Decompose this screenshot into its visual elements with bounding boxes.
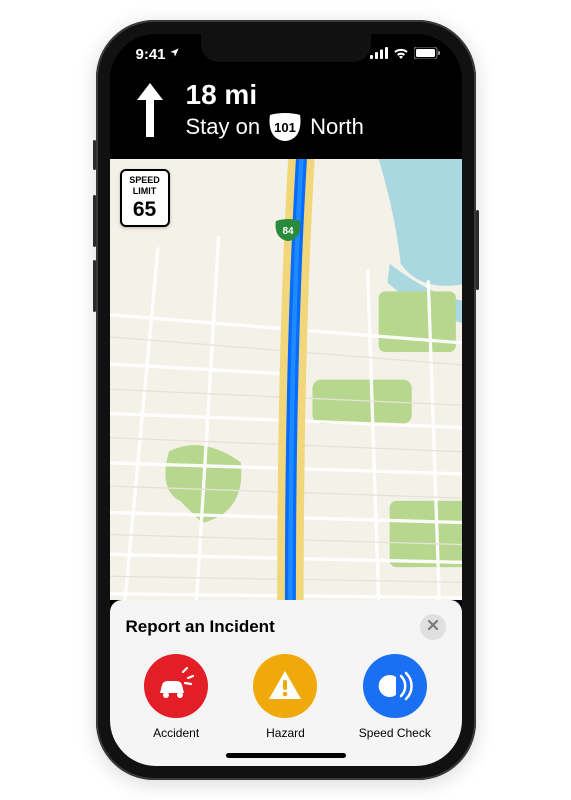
nav-instruction-prefix: Stay on xyxy=(186,114,261,140)
incident-option-label: Speed Check xyxy=(359,726,431,740)
location-arrow-icon xyxy=(169,47,180,61)
incident-option-label: Hazard xyxy=(266,726,305,740)
incident-option-hazard[interactable]: Hazard xyxy=(235,654,336,740)
power-button xyxy=(476,210,479,290)
incident-option-speed-check[interactable]: Speed Check xyxy=(344,654,445,740)
route-shield-icon: 101 xyxy=(268,113,302,141)
volume-up-button xyxy=(93,195,96,247)
map-view[interactable]: SPEED LIMIT 65 84 xyxy=(110,159,462,600)
svg-text:84: 84 xyxy=(282,226,294,237)
speed-limit-sign: SPEED LIMIT 65 xyxy=(120,169,170,227)
mute-switch xyxy=(93,140,96,170)
nav-instruction: Stay on 101 North xyxy=(186,113,364,141)
nav-distance: 18 mi xyxy=(186,80,364,111)
svg-text:101: 101 xyxy=(274,120,296,135)
status-time: 9:41 xyxy=(136,46,166,63)
report-incident-panel: Report an Incident xyxy=(110,600,462,766)
straight-arrow-icon xyxy=(132,83,168,137)
navigation-banner: 18 mi Stay on 101 North xyxy=(110,74,462,159)
incident-option-label: Accident xyxy=(153,726,199,740)
phone-frame: 9:41 xyxy=(96,20,476,780)
home-indicator[interactable] xyxy=(226,753,346,758)
close-icon xyxy=(427,618,439,636)
warning-triangle-icon xyxy=(253,654,317,718)
wifi-icon xyxy=(393,46,409,63)
incident-option-accident[interactable]: Accident xyxy=(126,654,227,740)
panel-title: Report an Incident xyxy=(126,617,275,637)
cellular-signal-icon xyxy=(370,46,388,63)
nav-direction: North xyxy=(310,114,364,140)
volume-down-button xyxy=(93,260,96,312)
screen: 9:41 xyxy=(110,34,462,766)
speed-limit-label-1: SPEED xyxy=(129,176,160,185)
battery-icon xyxy=(414,46,440,63)
close-button[interactable] xyxy=(420,614,446,640)
notch xyxy=(201,34,371,62)
speed-limit-value: 65 xyxy=(133,199,156,220)
car-crash-icon xyxy=(144,654,208,718)
speed-limit-label-2: LIMIT xyxy=(133,187,157,196)
speed-radar-icon xyxy=(363,654,427,718)
route-marker-icon: 84 xyxy=(275,219,301,241)
